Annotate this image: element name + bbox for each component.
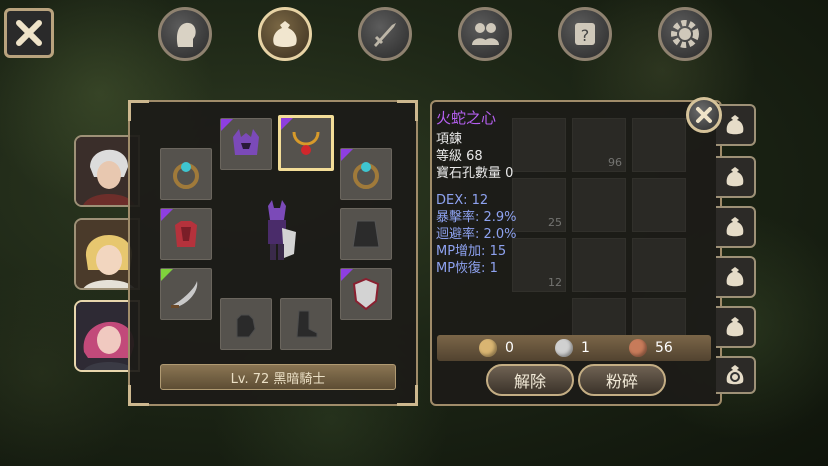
rarity-marker-purple (341, 269, 353, 281)
tab-settings[interactable] (658, 7, 712, 61)
slot-ring-right[interactable] (340, 148, 392, 200)
bag-tab-1[interactable] (716, 104, 756, 146)
bag-icon (726, 115, 744, 135)
gold-currency: 0 (479, 339, 514, 357)
frame-corner (128, 100, 149, 121)
stat-line: 暴擊率: 2.9% (436, 210, 517, 225)
item-tooltip: 火蛇之心 項鍊 等級 68 寶石孔數量 0 DEX: 12 暴擊率: 2.9% … (436, 110, 676, 277)
rarity-marker-green (161, 269, 173, 281)
slot-ring-left[interactable] (160, 148, 212, 200)
slot-armor[interactable] (160, 208, 212, 260)
level-class-label: Lv. 72 黑暗騎士 (160, 364, 396, 390)
rarity-marker-purple (281, 118, 293, 130)
slot-boots[interactable] (280, 298, 332, 350)
bag-icon (726, 267, 744, 287)
gold-coin-icon (479, 339, 497, 357)
rarity-marker-purple (341, 149, 353, 161)
slot-weapon[interactable] (160, 268, 212, 320)
quest-scroll-icon: ? (575, 23, 595, 45)
tab-inventory[interactable] (258, 7, 312, 61)
bag-tab-5[interactable] (716, 306, 756, 348)
copper-coin-icon (629, 339, 647, 357)
close-icon (696, 107, 712, 123)
copper-amount: 56 (655, 340, 673, 356)
tab-quest[interactable]: ? (558, 7, 612, 61)
tab-party[interactable] (458, 7, 512, 61)
smash-button[interactable]: 粉碎 (578, 364, 666, 396)
slot-necklace[interactable] (278, 115, 334, 171)
item-type: 項鍊 (436, 132, 463, 147)
item-count: 12 (548, 276, 562, 289)
gloves-icon (236, 314, 256, 338)
close-button[interactable] (4, 8, 54, 58)
unequip-button[interactable]: 解除 (486, 364, 574, 396)
slot-helmet[interactable] (220, 118, 272, 170)
boots-icon (296, 310, 318, 338)
item-name: 火蛇之心 (436, 109, 497, 127)
frame-corner (128, 385, 149, 406)
frame-corner (397, 385, 418, 406)
slot-shield[interactable] (340, 268, 392, 320)
item-gem-slots: 寶石孔數量 0 (436, 166, 514, 181)
stat-line: MP恢復: 1 (436, 261, 498, 276)
frame-corner (397, 100, 418, 121)
gold-amount: 0 (505, 340, 514, 356)
slot-cape[interactable] (340, 208, 392, 260)
tab-skills[interactable] (358, 7, 412, 61)
rarity-marker-purple (221, 119, 233, 131)
bag-tab-2[interactable] (716, 156, 756, 198)
currency-bar: 0 1 56 (437, 335, 711, 361)
silver-coin-icon (555, 339, 573, 357)
stat-line: DEX: 12 (436, 193, 489, 208)
close-tooltip-button[interactable] (686, 97, 722, 133)
character-sprite (268, 200, 296, 260)
stat-line: 迴避率: 2.0% (436, 227, 517, 242)
bag-tab-search[interactable] (716, 356, 756, 394)
bag-icon (726, 167, 744, 187)
cape-icon (352, 220, 380, 248)
silver-amount: 1 (581, 340, 590, 356)
svg-text:?: ? (581, 26, 590, 45)
bag-tab-3[interactable] (716, 206, 756, 248)
ring-icon (173, 162, 199, 189)
gear-icon (671, 20, 699, 48)
bag-icon (273, 21, 297, 47)
party-icon (472, 23, 499, 45)
item-level: 等級 68 (436, 149, 483, 164)
bag-icon (726, 317, 744, 337)
rarity-marker-purple (161, 209, 173, 221)
slot-gloves[interactable] (220, 298, 272, 350)
bag-icon (726, 217, 744, 237)
character-head-icon (176, 22, 196, 47)
close-icon (16, 20, 42, 46)
search-bag-icon (726, 365, 744, 385)
silver-currency: 1 (555, 339, 590, 357)
top-navigation: ? (158, 7, 718, 65)
sword-icon (374, 23, 396, 47)
stat-line: MP增加: 15 (436, 244, 507, 259)
copper-currency: 56 (629, 339, 673, 357)
tab-character[interactable] (158, 7, 212, 61)
bag-tab-4[interactable] (716, 256, 756, 298)
